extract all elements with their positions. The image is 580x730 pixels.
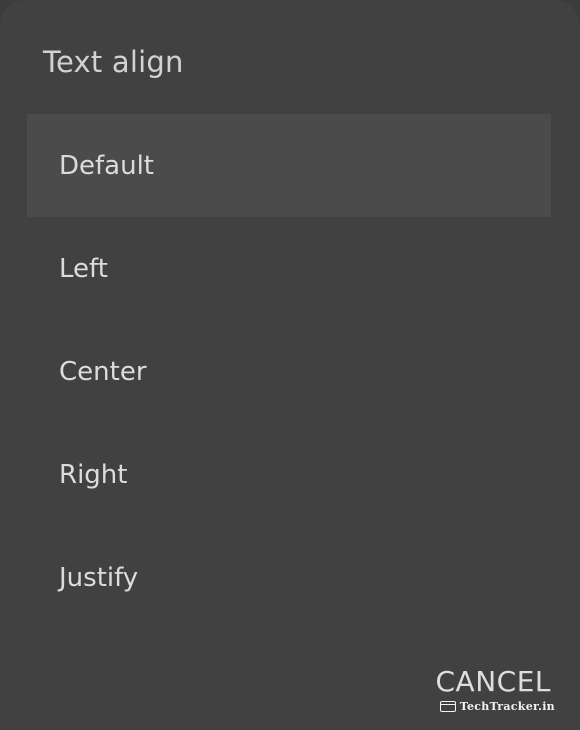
cancel-button[interactable]: CANCEL (436, 664, 552, 700)
dialog-title: Text align (43, 45, 184, 79)
watermark-text: TechTracker.in (459, 700, 555, 713)
watermark: TechTracker.in (439, 700, 555, 713)
option-default[interactable]: Default (27, 114, 551, 217)
text-align-dialog: Text align Default Left Center Right Jus… (0, 0, 580, 730)
text-align-options-list: Default Left Center Right Justify (27, 114, 551, 629)
option-center[interactable]: Center (27, 320, 551, 423)
browser-window-icon (439, 701, 456, 712)
option-right[interactable]: Right (27, 423, 551, 526)
option-justify[interactable]: Justify (27, 526, 551, 629)
option-left[interactable]: Left (27, 217, 551, 320)
